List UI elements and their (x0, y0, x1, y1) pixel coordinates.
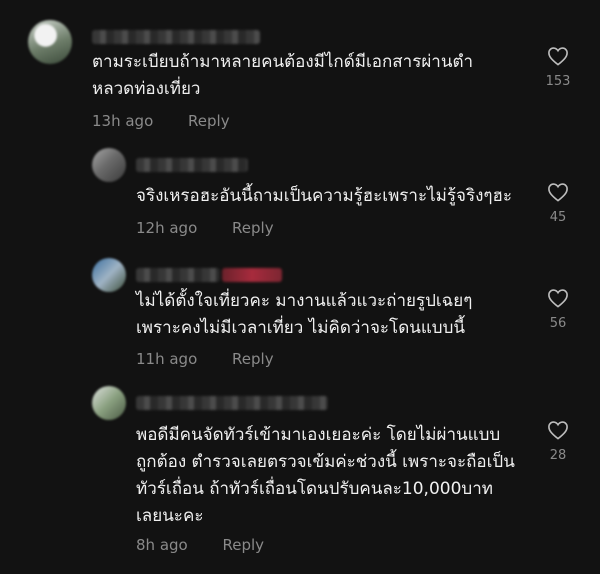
like-button[interactable]: 28 (538, 420, 578, 463)
comment-time: 12h ago (136, 219, 198, 237)
comment-text: ตามระเบียบถ้ามาหลายคนต้องมีไกด์มีเอกสารผ… (92, 52, 474, 99)
like-button[interactable]: 45 (538, 182, 578, 225)
like-count: 28 (549, 448, 567, 463)
comment-meta: 13h ago Reply (92, 112, 230, 130)
avatar[interactable] (92, 258, 126, 292)
avatar[interactable] (28, 20, 72, 64)
username[interactable] (92, 30, 260, 44)
username[interactable] (136, 268, 220, 282)
comment-item: จริงเหรอฮะอันนี้ถามเป็นความรู้ฮะเพราะไม่… (0, 140, 600, 250)
avatar[interactable] (92, 386, 126, 420)
reply-button[interactable]: Reply (232, 350, 274, 368)
comment-item: ไม่ได้ตั้งใจเที่ยวคะ มางานแล้วแวะถ่ายรูป… (0, 250, 600, 378)
reply-button[interactable]: Reply (188, 112, 230, 130)
heart-outline-icon (548, 289, 568, 308)
comment-time: 8h ago (136, 536, 188, 554)
comment-time: 11h ago (136, 350, 198, 368)
comment-text: พอดีมีคนจัดทัวร์เข้ามาเองเยอะค่ะ โดยไม่ผ… (136, 425, 515, 526)
like-count: 45 (549, 210, 567, 225)
comment-meta: 11h ago Reply (136, 350, 274, 368)
comment-text: จริงเหรอฮะอันนี้ถามเป็นความรู้ฮะเพราะไม่… (136, 186, 513, 206)
username[interactable] (136, 396, 328, 410)
heart-outline-icon (548, 47, 568, 66)
reply-button[interactable]: Reply (223, 536, 265, 554)
like-count: 56 (549, 316, 567, 331)
username[interactable] (136, 158, 248, 172)
heart-outline-icon (548, 183, 568, 202)
comment-text: ไม่ได้ตั้งใจเที่ยวคะ มางานแล้วแวะถ่ายรูป… (136, 291, 473, 338)
heart-outline-icon (548, 421, 568, 440)
like-button[interactable]: 56 (538, 288, 578, 331)
comment-meta: 12h ago Reply (136, 219, 274, 237)
like-button[interactable]: 153 (538, 46, 578, 89)
reply-button[interactable]: Reply (232, 219, 274, 237)
username-badge (222, 268, 282, 282)
comment-item: พอดีมีคนจัดทัวร์เข้ามาเองเยอะค่ะ โดยไม่ผ… (0, 378, 600, 574)
comment-item: ตามระเบียบถ้ามาหลายคนต้องมีไกด์มีเอกสารผ… (0, 0, 600, 140)
avatar[interactable] (92, 148, 126, 182)
like-count: 153 (545, 74, 571, 89)
comment-meta: 8h ago Reply (136, 536, 264, 554)
comment-time: 13h ago (92, 112, 154, 130)
